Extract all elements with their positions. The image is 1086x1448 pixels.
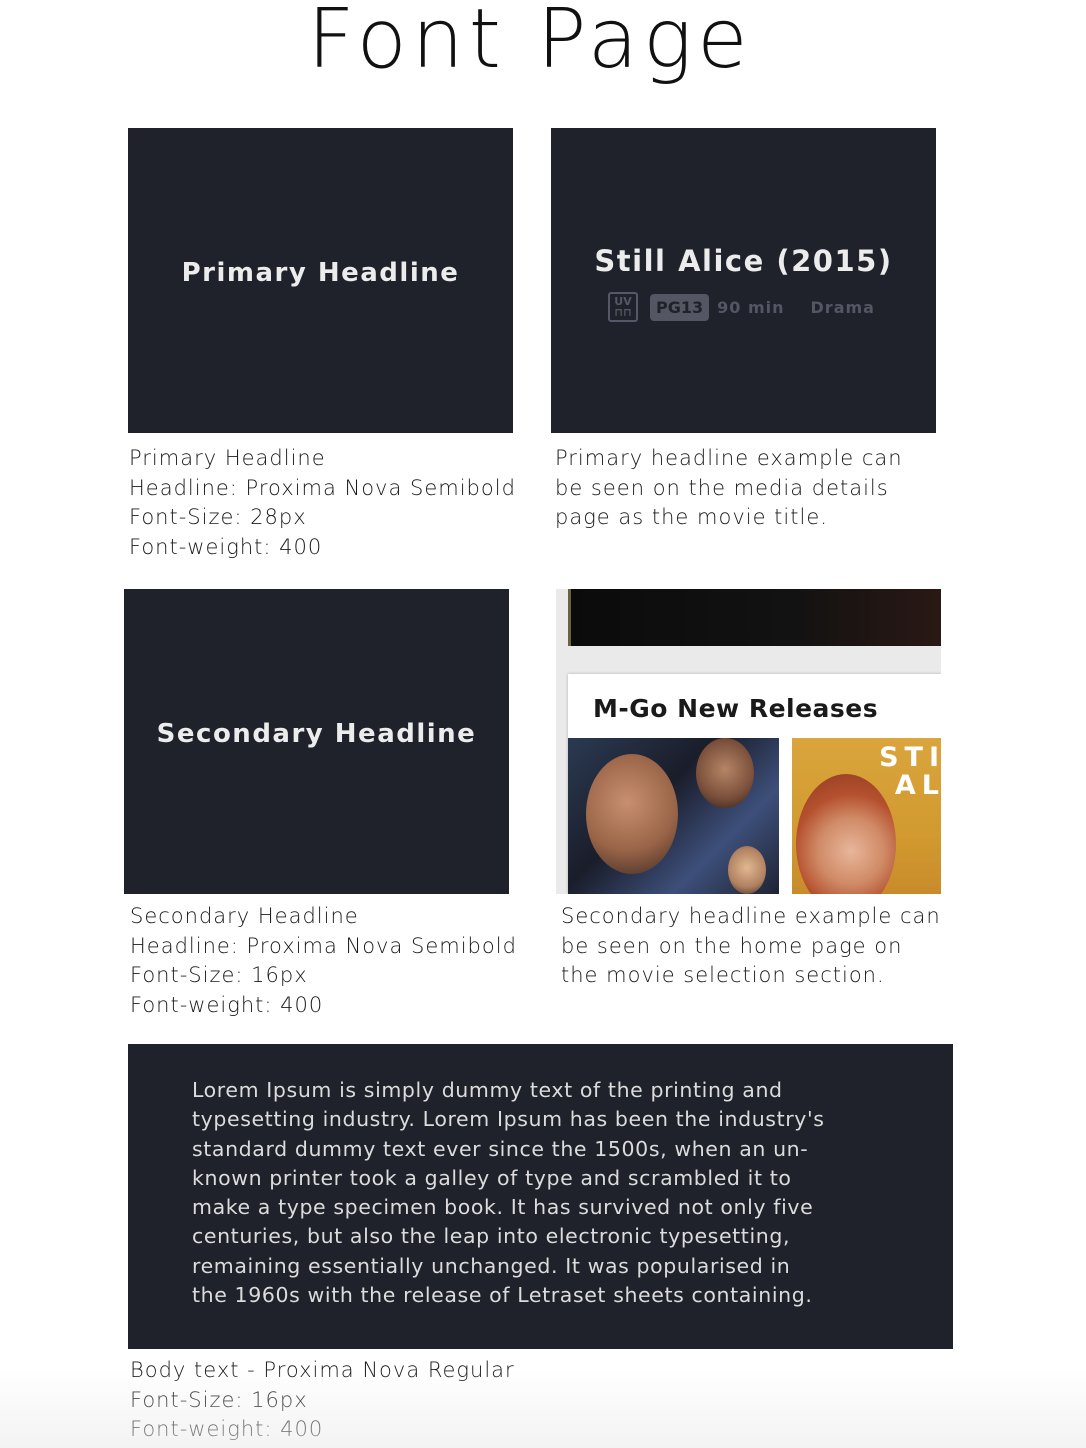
runtime-text: 90 min — [717, 297, 785, 317]
caption-line: Primary headline example can — [555, 446, 903, 470]
caption-line: Font-Size: 16px — [130, 963, 308, 987]
primary-example-caption: Primary headline example can be seen on … — [555, 444, 903, 533]
poster-title: STI AL — [879, 742, 941, 801]
media-details-example-panel: Still Alice (2015) UV ⊓⊓ PG13 90 min Dra… — [551, 128, 936, 433]
caption-line: Font-weight: 400 — [130, 1417, 324, 1441]
primary-headline-sample: Primary Headline — [181, 258, 460, 288]
secondary-example-caption: Secondary headline example can be seen o… — [561, 902, 941, 991]
body-line: centuries, but also the leap into electr… — [192, 1224, 791, 1249]
body-line: remaining essentially unchanged. It was … — [192, 1253, 791, 1278]
body-line: typesetting industry. Lorem Ipsum has be… — [192, 1107, 825, 1132]
body-text-caption: Body text - Proxima Nova Regular Font-Si… — [130, 1356, 515, 1445]
page-title: Font Page — [307, 0, 753, 87]
caption-line: be seen on the media details — [555, 475, 889, 500]
caption-line: Font-weight: 400 — [130, 992, 324, 1017]
secondary-headline-sample: Secondary Headline — [156, 719, 477, 749]
movie-poster: STI AL — [792, 738, 941, 894]
primary-headline-caption: Primary Headline Headline: Proxima Nova … — [129, 444, 516, 562]
caption-line: the movie selection section. — [561, 963, 885, 987]
secondary-headline-sample-panel: Secondary Headline — [124, 589, 509, 894]
body-text-sample: Lorem Ipsum is simply dummy text of the … — [192, 1076, 892, 1310]
body-line: make a type specimen book. It has surviv… — [192, 1195, 814, 1220]
poster-face — [586, 754, 678, 874]
caption-line: Secondary Headline — [130, 904, 359, 928]
body-line: the 1960s with the release of Letraset s… — [192, 1283, 813, 1308]
home-page-example-screenshot: M-Go New Releases STI AL — [556, 589, 941, 894]
poster-face — [696, 738, 754, 808]
hero-banner-strip — [570, 589, 941, 646]
genre-text: Drama — [810, 297, 875, 317]
secondary-headline-caption: Secondary Headline Headline: Proxima Nov… — [130, 902, 517, 1020]
caption-line: Secondary headline example can — [561, 904, 941, 928]
body-text-sample-panel: Lorem Ipsum is simply dummy text of the … — [128, 1044, 953, 1349]
movie-meta-row: UV ⊓⊓ PG13 90 min Drama — [608, 292, 875, 322]
new-releases-title: M-Go New Releases — [593, 694, 879, 723]
caption-line: Body text - Proxima Nova Regular — [130, 1358, 515, 1382]
caption-line: Font-weight: 400 — [129, 534, 323, 559]
caption-line: be seen on the home page on — [561, 933, 903, 958]
body-line: Lorem Ipsum is simply dummy text of the … — [192, 1078, 783, 1102]
caption-line: Headline: Proxima Nova Semibold — [129, 475, 516, 500]
caption-line: Headline: Proxima Nova Semibold — [130, 933, 517, 958]
new-releases-card: M-Go New Releases STI AL — [568, 674, 941, 894]
body-line: known printer took a galley of type and … — [192, 1165, 792, 1190]
caption-line: Font-Size: 28px — [129, 505, 307, 529]
caption-line: Font-Size: 16px — [130, 1387, 308, 1412]
movie-poster — [568, 738, 779, 894]
hero-banner-edge — [568, 589, 571, 646]
caption-line: page as the movie title. — [555, 505, 828, 529]
primary-headline-sample-panel: Primary Headline — [128, 128, 513, 433]
caption-line: Primary Headline — [129, 446, 326, 470]
movie-title: Still Alice (2015) — [594, 244, 893, 278]
rating-badge: PG13 — [650, 293, 710, 321]
body-line: standard dummy text ever since the 1500s… — [192, 1136, 809, 1161]
uv-icon: UV ⊓⊓ — [608, 292, 638, 322]
poster-face — [728, 846, 766, 894]
